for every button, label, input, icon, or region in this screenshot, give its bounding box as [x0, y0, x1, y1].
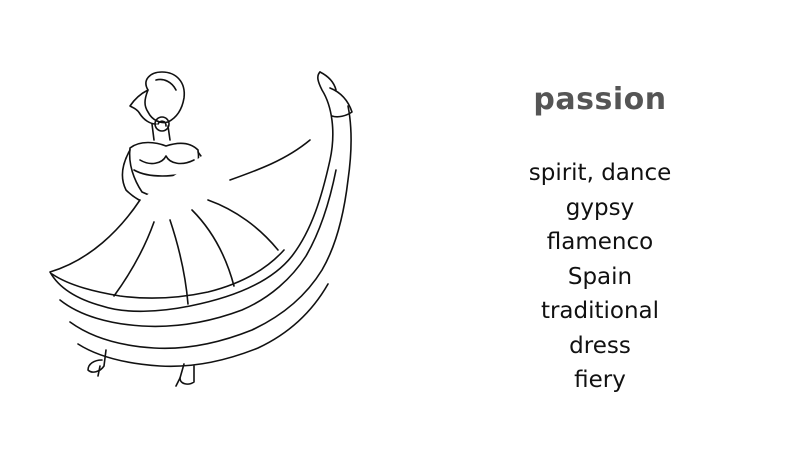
related-word: dress — [569, 332, 631, 359]
flamenco-dancer-illustration — [49, 71, 353, 387]
related-word: gypsy — [565, 194, 635, 221]
related-word: Spain — [567, 263, 633, 290]
vocabulary-title: passion — [533, 82, 667, 117]
flashcard: passion spirit, dance gypsy flamenco Spa… — [0, 0, 800, 457]
related-word: spirit, dance — [528, 160, 672, 186]
related-word: flamenco — [546, 229, 654, 255]
related-word: fiery — [574, 367, 626, 393]
related-word: traditional — [540, 298, 660, 324]
related-words-list: spirit, dance gypsy flamenco Spain tradi… — [480, 156, 720, 398]
